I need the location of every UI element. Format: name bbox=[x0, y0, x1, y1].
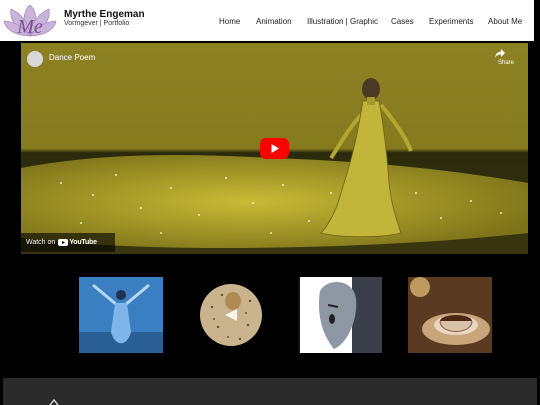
watch-on-label: Watch on bbox=[26, 239, 56, 246]
share-button[interactable]: Share bbox=[494, 48, 518, 66]
nav-experiments[interactable]: Experiments bbox=[429, 17, 473, 26]
watch-on-youtube-button[interactable]: Watch on YouTube bbox=[21, 233, 115, 252]
channel-avatar[interactable] bbox=[27, 51, 43, 67]
play-button-icon[interactable] bbox=[260, 138, 289, 159]
video-player[interactable]: Dance Poem Share Watch on YouTube bbox=[21, 43, 528, 254]
thumbnail-cookie-face[interactable] bbox=[200, 277, 263, 353]
share-label: Share bbox=[497, 60, 514, 66]
nav-cases[interactable]: Cases bbox=[391, 17, 414, 26]
nav-animation[interactable]: Animation bbox=[256, 17, 292, 26]
share-icon bbox=[495, 49, 505, 58]
thumbnail-dancer-blue[interactable] bbox=[79, 277, 163, 353]
thumbnail-teacup[interactable] bbox=[408, 277, 492, 353]
nav-home[interactable]: Home bbox=[219, 17, 240, 26]
teacup-image bbox=[408, 277, 492, 353]
logo-text: Me bbox=[16, 16, 43, 38]
scroll-up-icon[interactable] bbox=[49, 399, 59, 405]
brand-name[interactable]: Myrthe Engeman bbox=[64, 9, 145, 20]
cookie-image bbox=[200, 277, 263, 353]
youtube-wordmark: YouTube bbox=[69, 239, 97, 246]
youtube-logo: YouTube bbox=[58, 239, 97, 246]
thumbnail-mask-portrait[interactable] bbox=[298, 277, 382, 353]
nav-about-me[interactable]: About Me bbox=[488, 17, 522, 26]
brand-subtitle: Vormgever | Portfolio bbox=[64, 20, 130, 27]
site-header: Me Myrthe Engeman Vormgever | Portfolio … bbox=[0, 0, 534, 41]
video-title[interactable]: Dance Poem bbox=[49, 53, 95, 62]
dancer-image bbox=[79, 277, 163, 353]
youtube-play-icon bbox=[58, 239, 69, 246]
mask-image bbox=[298, 277, 382, 353]
logo-icon[interactable]: Me bbox=[3, 3, 57, 39]
nav-illustration-graphic[interactable]: Illustration | Graphic bbox=[307, 17, 378, 26]
site-footer bbox=[3, 378, 537, 405]
